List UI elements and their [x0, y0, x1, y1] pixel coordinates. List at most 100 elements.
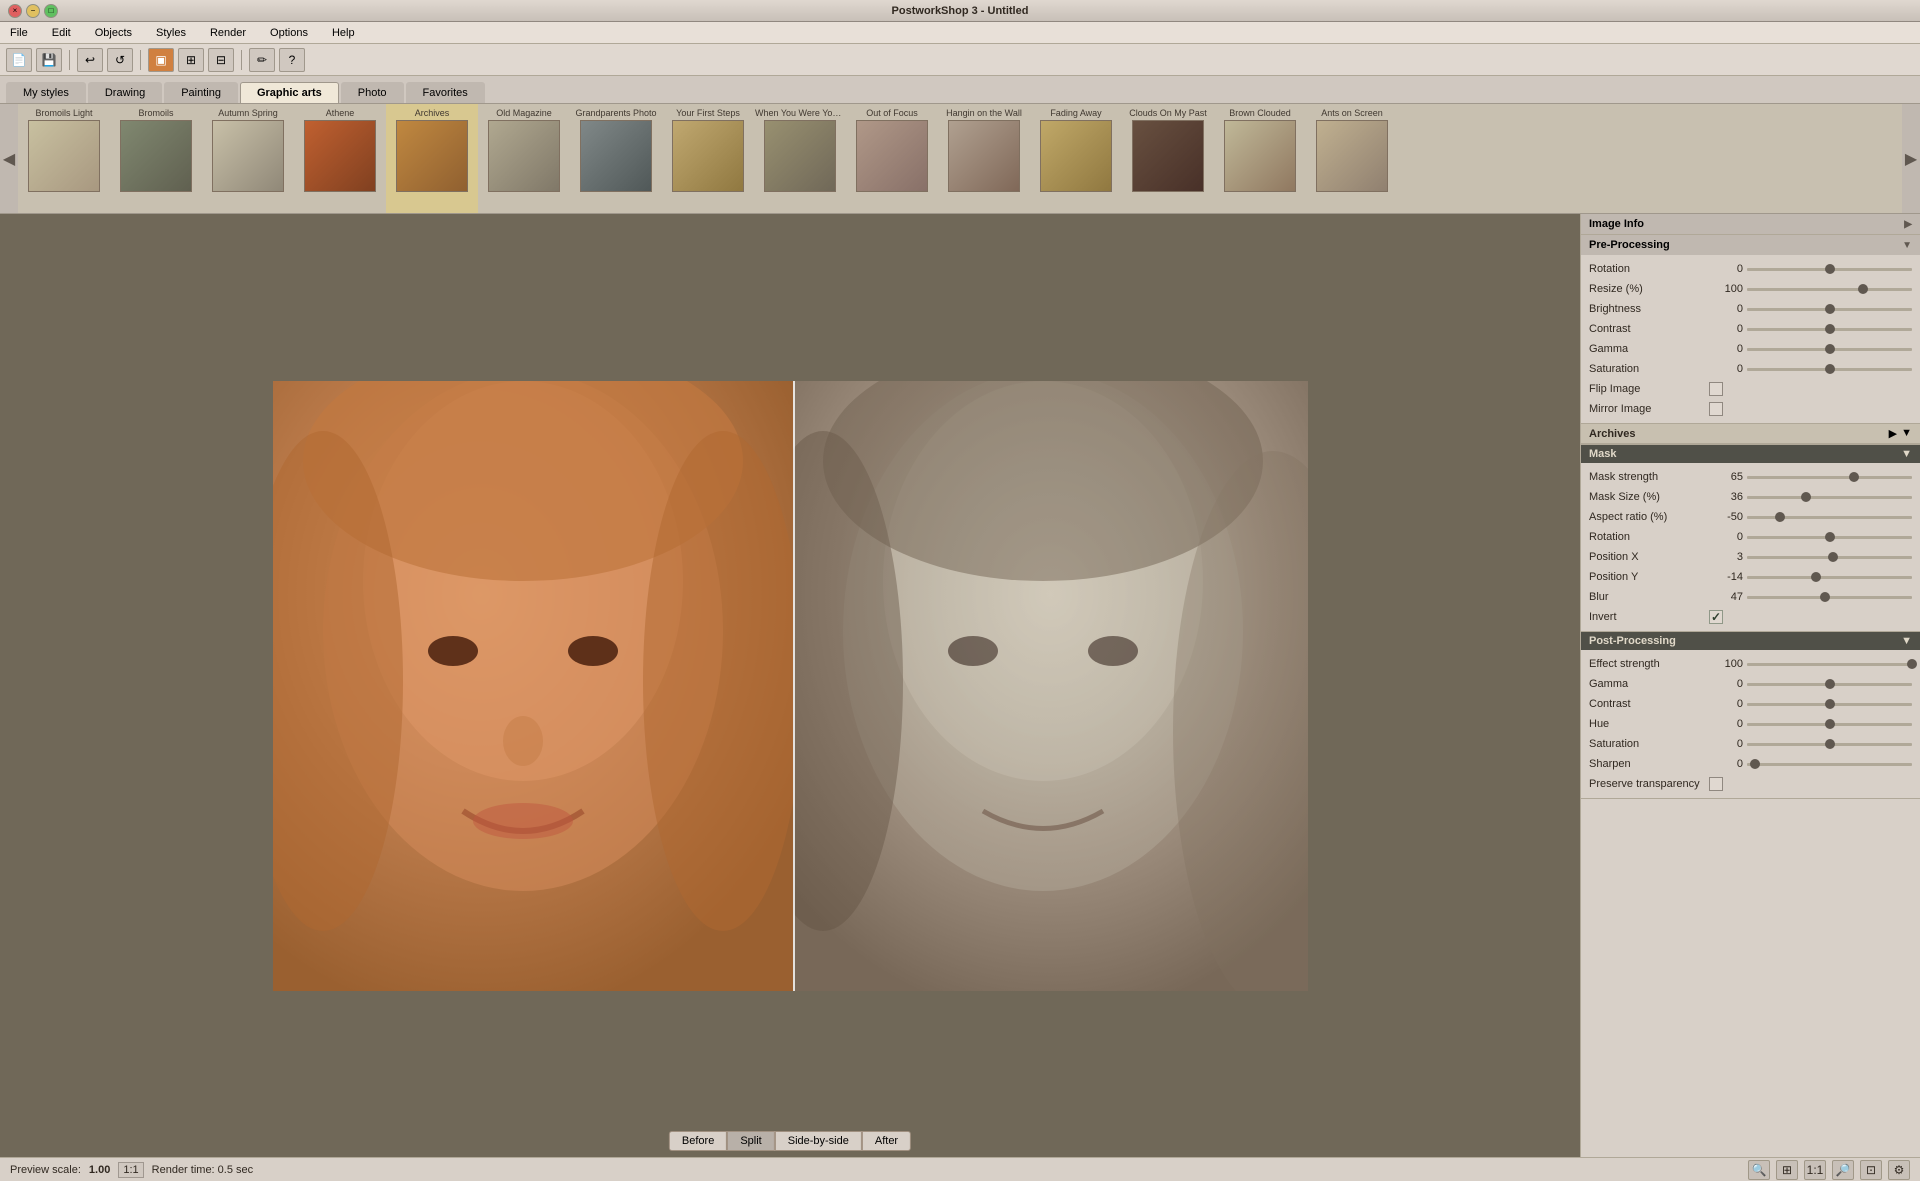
menu-styles[interactable]: Styles [150, 25, 192, 41]
slider-thumb-1[interactable] [1801, 492, 1811, 502]
save-button[interactable]: 💾 [36, 48, 62, 72]
new-button[interactable]: 📄 [6, 48, 32, 72]
slider-thumb-2[interactable] [1775, 512, 1785, 522]
style-item-3[interactable]: Athene [294, 104, 386, 213]
ctrl-slider-3[interactable] [1747, 530, 1912, 544]
ctrl-slider-5[interactable] [1747, 570, 1912, 584]
brush-button[interactable]: ✏ [249, 48, 275, 72]
ctrl-slider-5[interactable] [1747, 757, 1912, 771]
slider-thumb-6[interactable] [1820, 592, 1830, 602]
style-item-14[interactable]: Ants on Screen [1306, 104, 1398, 213]
view-after[interactable]: After [862, 1131, 911, 1151]
ctrl-checkbox-6[interactable] [1709, 777, 1723, 791]
ctrl-slider-2[interactable] [1747, 302, 1912, 316]
style-item-13[interactable]: Brown Clouded [1214, 104, 1306, 213]
ctrl-slider-3[interactable] [1747, 717, 1912, 731]
image-info-header[interactable]: Image Info ▶ [1581, 214, 1920, 234]
grid2-button[interactable]: ⊟ [208, 48, 234, 72]
slider-thumb-4[interactable] [1825, 344, 1835, 354]
view-toggle-button[interactable]: ⊡ [1860, 1160, 1882, 1180]
archives-collapse-icon[interactable]: ▼ [1901, 427, 1912, 440]
style-item-1[interactable]: Bromoils [110, 104, 202, 213]
view-side-by-side[interactable]: Side-by-side [775, 1131, 862, 1151]
redo-button[interactable]: ↺ [107, 48, 133, 72]
preview-scale-ratio[interactable]: 1:1 [118, 1162, 143, 1178]
ctrl-slider-4[interactable] [1747, 737, 1912, 751]
ctrl-slider-4[interactable] [1747, 550, 1912, 564]
tab-favorites[interactable]: Favorites [406, 82, 485, 103]
slider-thumb-5[interactable] [1811, 572, 1821, 582]
strip-next[interactable]: ▶ [1902, 104, 1920, 213]
tab-photo[interactable]: Photo [341, 82, 404, 103]
slider-thumb-3[interactable] [1825, 532, 1835, 542]
view-split[interactable]: Split [727, 1131, 774, 1151]
style-item-8[interactable]: When You Were Young [754, 104, 846, 213]
slider-thumb-1[interactable] [1825, 679, 1835, 689]
slider-thumb-2[interactable] [1825, 304, 1835, 314]
help-button[interactable]: ? [279, 48, 305, 72]
slider-thumb-4[interactable] [1828, 552, 1838, 562]
zoom-fit-button[interactable]: ⊞ [1776, 1160, 1798, 1180]
view-before[interactable]: Before [669, 1131, 727, 1151]
undo-button[interactable]: ↩ [77, 48, 103, 72]
ctrl-checkbox-6[interactable] [1709, 382, 1723, 396]
slider-thumb-1[interactable] [1858, 284, 1868, 294]
slider-thumb-0[interactable] [1849, 472, 1859, 482]
style-item-10[interactable]: Hangin on the Wall [938, 104, 1030, 213]
zoom-100-button[interactable]: 1:1 [1804, 1160, 1826, 1180]
slider-thumb-5[interactable] [1825, 364, 1835, 374]
archives-play-icon[interactable]: ▶ [1889, 427, 1897, 440]
zoom-out-button[interactable]: 🔍 [1748, 1160, 1770, 1180]
slider-thumb-5[interactable] [1750, 759, 1760, 769]
ctrl-slider-2[interactable] [1747, 697, 1912, 711]
tab-drawing[interactable]: Drawing [88, 82, 162, 103]
style-item-6[interactable]: Grandparents Photo [570, 104, 662, 213]
menu-objects[interactable]: Objects [89, 25, 138, 41]
ctrl-slider-0[interactable] [1747, 470, 1912, 484]
menu-options[interactable]: Options [264, 25, 314, 41]
ctrl-slider-1[interactable] [1747, 677, 1912, 691]
style-item-12[interactable]: Clouds On My Past [1122, 104, 1214, 213]
grid-button[interactable]: ⊞ [178, 48, 204, 72]
style-item-11[interactable]: Fading Away [1030, 104, 1122, 213]
slider-thumb-0[interactable] [1907, 659, 1917, 669]
slider-thumb-3[interactable] [1825, 324, 1835, 334]
mask-header[interactable]: Mask ▼ [1581, 445, 1920, 463]
slider-thumb-2[interactable] [1825, 699, 1835, 709]
ctrl-slider-0[interactable] [1747, 657, 1912, 671]
slider-thumb-3[interactable] [1825, 719, 1835, 729]
strip-prev[interactable]: ◀ [0, 104, 18, 213]
ctrl-slider-0[interactable] [1747, 262, 1912, 276]
style-item-0[interactable]: Bromoils Light [18, 104, 110, 213]
menu-edit[interactable]: Edit [46, 25, 77, 41]
preprocessing-header[interactable]: Pre-Processing ▼ [1581, 235, 1920, 255]
menu-help[interactable]: Help [326, 25, 361, 41]
postprocessing-header[interactable]: Post-Processing ▼ [1581, 632, 1920, 650]
style-item-7[interactable]: Your First Steps [662, 104, 754, 213]
tab-mystyles[interactable]: My styles [6, 82, 86, 103]
ctrl-slider-5[interactable] [1747, 362, 1912, 376]
ctrl-slider-2[interactable] [1747, 510, 1912, 524]
style-item-2[interactable]: Autumn Spring [202, 104, 294, 213]
style-item-4[interactable]: Archives [386, 104, 478, 213]
ctrl-slider-6[interactable] [1747, 590, 1912, 604]
ctrl-slider-4[interactable] [1747, 342, 1912, 356]
minimize-button[interactable]: − [26, 4, 40, 18]
style-item-9[interactable]: Out of Focus [846, 104, 938, 213]
tab-painting[interactable]: Painting [164, 82, 238, 103]
ctrl-slider-3[interactable] [1747, 322, 1912, 336]
maximize-button[interactable]: □ [44, 4, 58, 18]
ctrl-checkbox-7[interactable]: ✓ [1709, 610, 1723, 624]
menu-render[interactable]: Render [204, 25, 252, 41]
close-button[interactable]: × [8, 4, 22, 18]
select-button[interactable]: ▣ [148, 48, 174, 72]
slider-thumb-0[interactable] [1825, 264, 1835, 274]
slider-thumb-4[interactable] [1825, 739, 1835, 749]
ctrl-slider-1[interactable] [1747, 490, 1912, 504]
ctrl-slider-1[interactable] [1747, 282, 1912, 296]
menu-file[interactable]: File [4, 25, 34, 41]
tab-graphicarts[interactable]: Graphic arts [240, 82, 339, 103]
ctrl-checkbox-7[interactable] [1709, 402, 1723, 416]
settings-button[interactable]: ⚙ [1888, 1160, 1910, 1180]
style-item-5[interactable]: Old Magazine [478, 104, 570, 213]
